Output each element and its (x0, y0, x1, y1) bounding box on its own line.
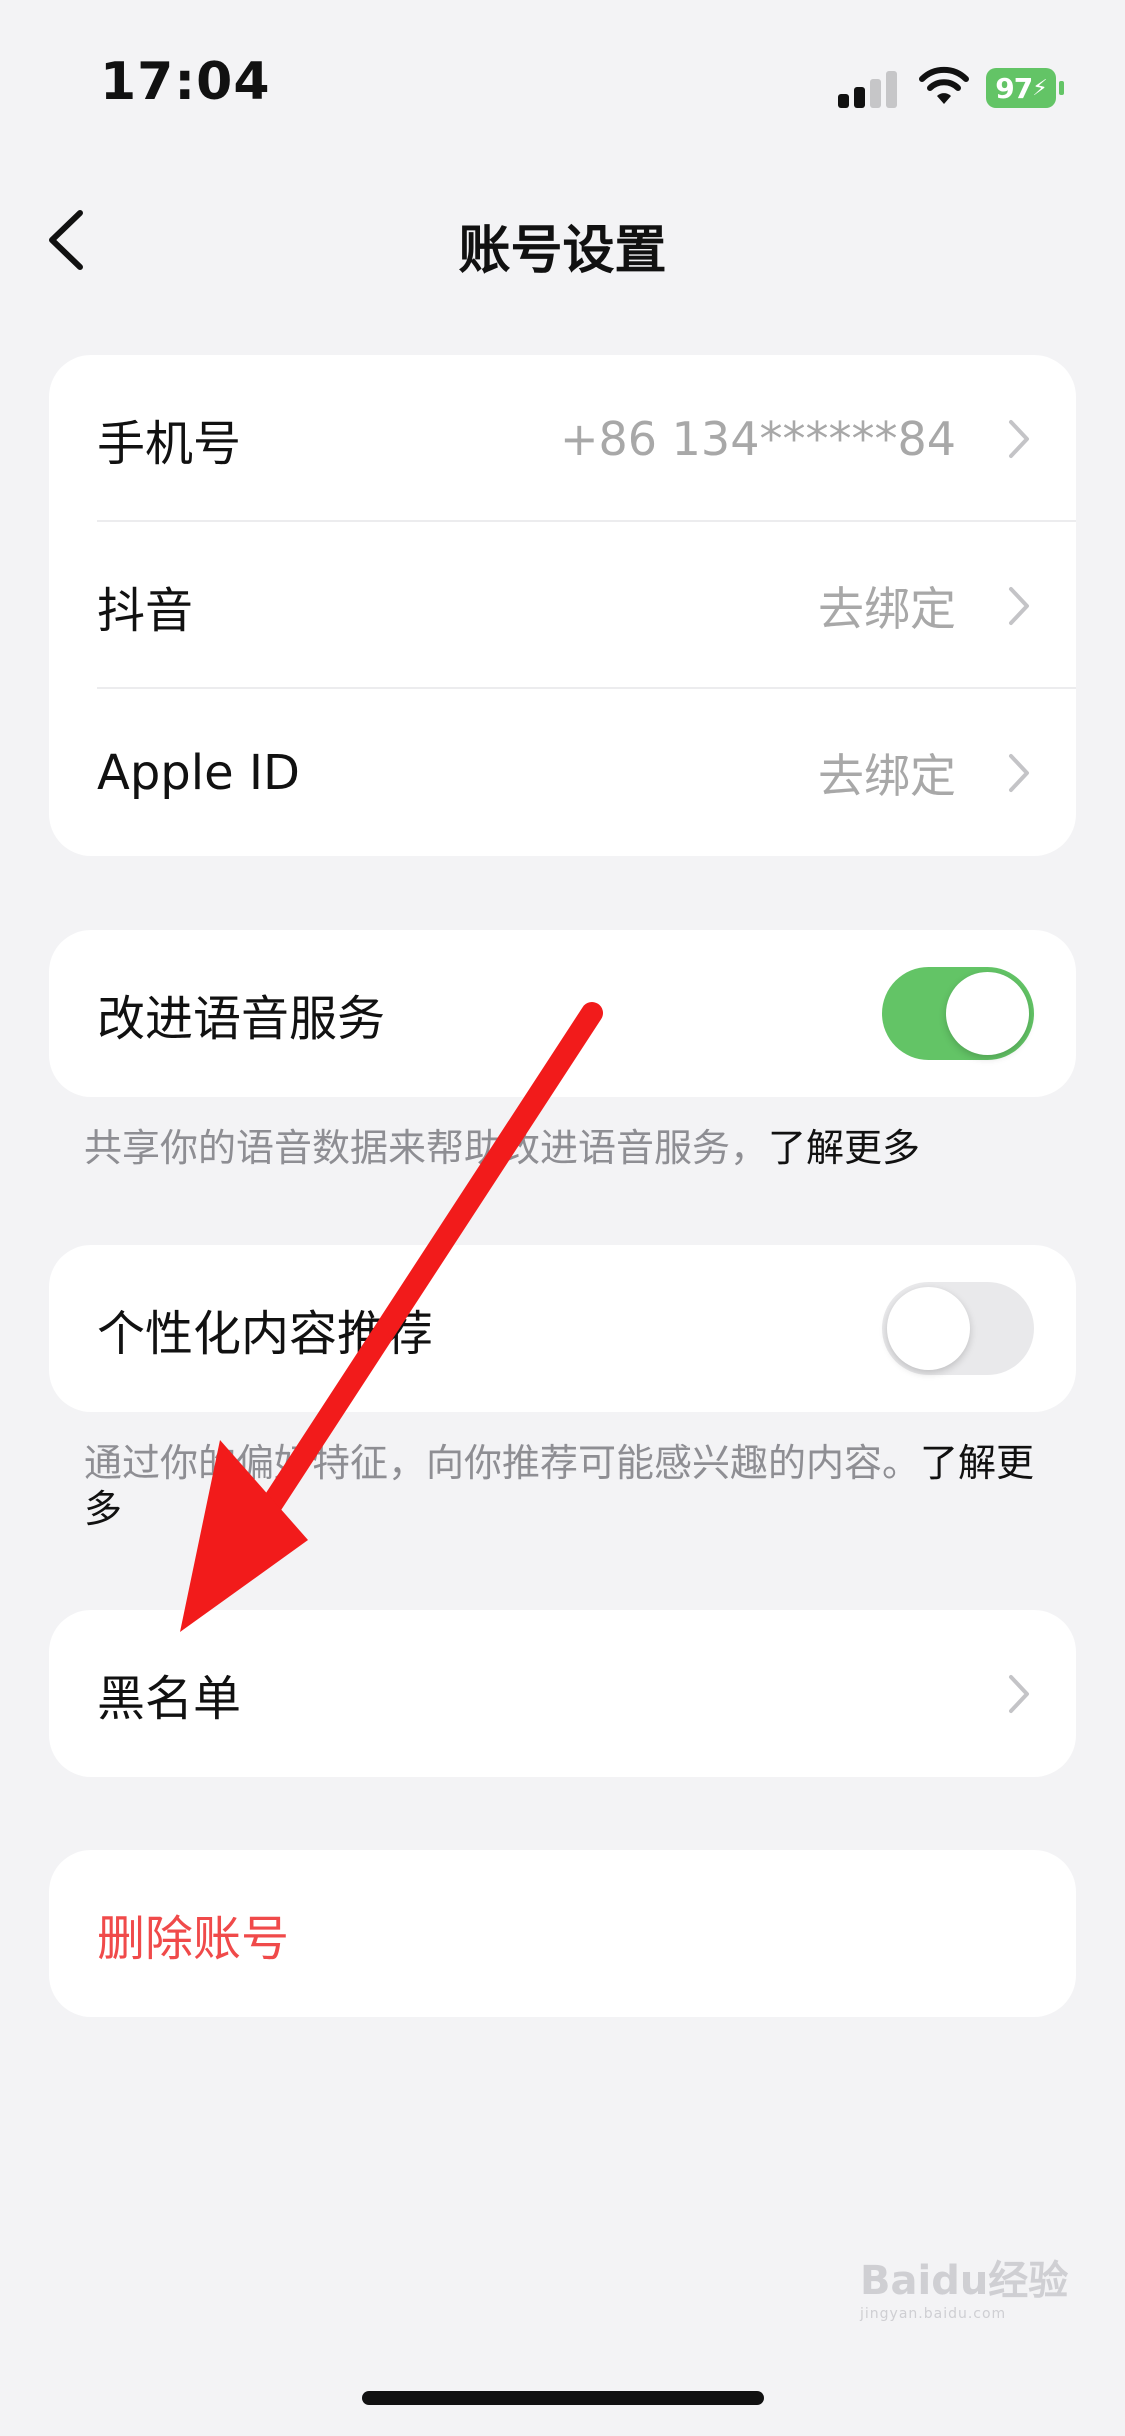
cellular-signal-icon (838, 68, 898, 108)
douyin-label: 抖音 (97, 582, 194, 639)
battery-level: 97 (995, 71, 1033, 105)
voice-service-row: 改进语音服务 (49, 930, 1076, 1097)
personalized-row: 个性化内容推荐 (49, 1245, 1076, 1412)
chevron-right-icon (1009, 754, 1029, 792)
apple-id-label: Apple ID (97, 744, 301, 801)
voice-service-card: 改进语音服务 (49, 930, 1076, 1097)
baidu-jingyan-watermark: Baidu经验 jingyan.baidu.com (860, 2258, 1069, 2322)
personalized-card: 个性化内容推荐 (49, 1245, 1076, 1412)
apple-id-row[interactable]: Apple ID 去绑定 (49, 689, 1076, 856)
voice-service-footnote-text: 共享你的语音数据来帮助改进语音服务， (84, 1126, 769, 1170)
voice-service-toggle[interactable] (882, 967, 1034, 1060)
account-binding-card: 手机号 +86 134******84 抖音 去绑定 Apple ID 去绑定 (49, 355, 1076, 856)
wifi-icon (919, 66, 969, 104)
chevron-right-icon (1009, 1675, 1029, 1713)
delete-account-card: 删除账号 (49, 1850, 1076, 2017)
blacklist-label: 黑名单 (97, 1670, 242, 1727)
douyin-bind-status: 去绑定 (818, 581, 956, 636)
phone-number-value: +86 134******84 (559, 411, 956, 466)
personalized-toggle[interactable] (882, 1282, 1034, 1375)
apple-id-bind-status: 去绑定 (818, 748, 956, 803)
personalized-footnote: 通过你的偏好特征，向你推荐可能感兴趣的内容。了解更多 (84, 1440, 1044, 1532)
status-time: 17:04 (100, 52, 271, 112)
phone-number-row[interactable]: 手机号 +86 134******84 (49, 355, 1076, 522)
home-indicator[interactable] (362, 2391, 764, 2405)
voice-service-label: 改进语音服务 (97, 990, 386, 1047)
voice-service-footnote: 共享你的语音数据来帮助改进语音服务，了解更多 (84, 1125, 1044, 1171)
page-title: 账号设置 (458, 221, 667, 281)
toggle-knob (887, 1287, 970, 1370)
phone-number-label: 手机号 (97, 415, 242, 472)
toggle-knob (946, 972, 1029, 1055)
chevron-right-icon (1009, 587, 1029, 625)
chevron-right-icon (1009, 420, 1029, 458)
douyin-row[interactable]: 抖音 去绑定 (49, 522, 1076, 689)
status-bar: 17:04 97 ⚡ (0, 0, 1125, 150)
battery-icon: 97 ⚡ (986, 68, 1064, 108)
delete-account-button[interactable]: 删除账号 (97, 1899, 289, 1969)
voice-service-learn-more-link[interactable]: 了解更多 (768, 1126, 920, 1170)
delete-account-row[interactable]: 删除账号 (49, 1850, 1076, 2017)
personalized-footnote-text: 通过你的偏好特征，向你推荐可能感兴趣的内容。 (84, 1441, 921, 1485)
blacklist-row[interactable]: 黑名单 (49, 1610, 1076, 1777)
personalized-label: 个性化内容推荐 (97, 1305, 434, 1362)
blacklist-card: 黑名单 (49, 1610, 1076, 1777)
